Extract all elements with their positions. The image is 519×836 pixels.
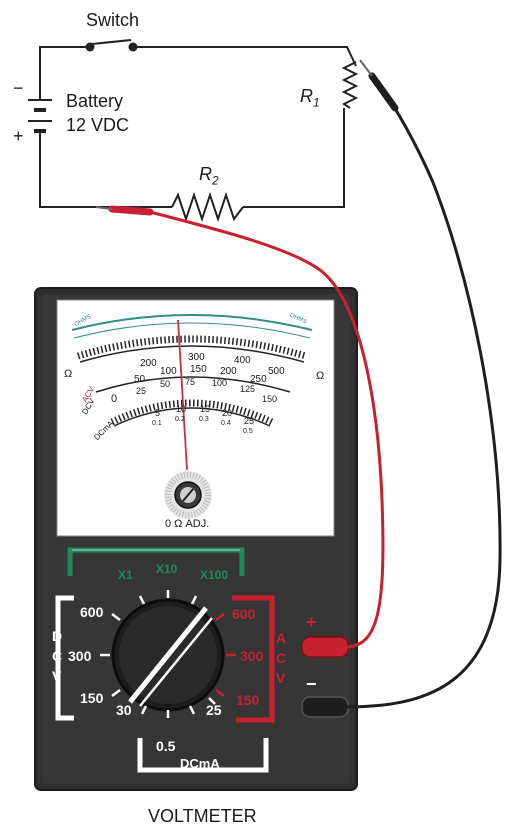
dcv-range-150: 150: [80, 690, 104, 706]
red-probe: [108, 205, 154, 216]
low-scale-number: 50: [160, 379, 171, 389]
acv-scale-number: 150: [190, 364, 207, 375]
dcma-sub-number: 0.1: [152, 420, 162, 427]
negative-jack[interactable]: [301, 696, 349, 718]
dcv-letter-c: C: [52, 648, 63, 664]
dcma-range-25: 25: [206, 702, 222, 718]
low-scale-number: 75: [185, 377, 196, 387]
dcv-letter-v: V: [52, 668, 62, 684]
dcma-range-30: 30: [116, 702, 132, 718]
acv-letter-a: A: [276, 630, 287, 646]
acv-range-600: 600: [232, 606, 256, 622]
black-test-lead: [344, 87, 502, 709]
dcma-sub-number: 0.4: [221, 420, 231, 427]
acv-range-150: 150: [236, 692, 260, 708]
positive-jack[interactable]: [301, 636, 349, 658]
dcma-scale-number: 20: [222, 408, 233, 418]
dcv-letter-d: D: [52, 628, 63, 644]
acv-scale-number: 200: [220, 366, 237, 377]
ohm-range-x1: X1: [118, 568, 133, 582]
dcma-sub-number: 0.2: [175, 416, 185, 423]
wire-top-right: [134, 46, 357, 67]
dcma-scale-number: 10: [176, 404, 187, 414]
battery-minus-sign: −: [13, 78, 24, 98]
wire-left-top: [39, 46, 88, 97]
r1-letter: R: [300, 86, 313, 106]
battery-plus-sign: +: [13, 126, 24, 146]
r1-label: R1: [300, 86, 320, 110]
r2-subscript: 2: [212, 173, 219, 188]
dcma-sub-number: 0.3: [199, 416, 209, 423]
selector-knob-icon[interactable]: [111, 598, 225, 712]
dcv-range-600: 600: [80, 604, 104, 620]
dcv-scale-number: 0: [111, 393, 118, 405]
low-scale-number: 25: [136, 386, 147, 396]
zero-adjust-knob-icon[interactable]: [164, 471, 212, 519]
ohm-range-x10: X10: [156, 562, 178, 576]
dcv-scale-number: 400: [234, 355, 251, 366]
acv-range-300: 300: [240, 648, 264, 664]
battery-symbol: [28, 97, 52, 135]
dcma-scale-number: 5: [155, 408, 161, 418]
dcma-scale-number: 25: [244, 416, 255, 426]
dcma-sub-number: 0.5: [243, 428, 253, 435]
ohms-tag-left: Ω: [64, 368, 73, 380]
r2-label: R2: [199, 164, 219, 188]
low-scale-number: 125: [240, 384, 256, 394]
switch-symbol: [85, 39, 138, 52]
low-scale-number: 100: [212, 378, 228, 388]
meter-caption: VOLTMETER: [148, 806, 257, 826]
dcma-scale-number: 15: [200, 404, 211, 414]
r1-subscript: 1: [313, 95, 320, 110]
jack-plus-sign: +: [306, 612, 317, 632]
switch-label: Switch: [86, 10, 140, 30]
resistor-r2: [171, 191, 244, 223]
acv-letter-v: V: [276, 670, 286, 686]
zero-adjust-label: 0 Ω ADJ.: [165, 518, 210, 530]
r2-letter: R: [199, 164, 212, 184]
wire-bottom-left: [39, 135, 172, 208]
low-scale-number: 150: [262, 394, 278, 404]
black-probe: [368, 72, 399, 112]
dcv-scale-number: 500: [268, 366, 285, 377]
ohms-tag-right: Ω: [316, 370, 325, 382]
resistor-r1: [341, 61, 359, 109]
acv-letter-c: C: [276, 650, 287, 666]
jack-minus-sign: −: [306, 674, 317, 694]
dcv-scale-number: 300: [188, 352, 205, 363]
ohm-range-x100: X100: [200, 568, 229, 582]
dcma-range-0-5: 0.5: [156, 738, 176, 754]
dcma-label: DCmA: [180, 756, 220, 771]
acv-scale-number: 50: [134, 374, 146, 385]
dcv-scale-number: 200: [140, 358, 157, 369]
wire-right-bottom: [243, 108, 345, 208]
battery-voltage: 12 VDC: [66, 115, 130, 135]
acv-scale-number: 100: [160, 366, 177, 377]
battery-label: Battery: [66, 91, 124, 111]
dcv-range-300: 300: [68, 648, 92, 664]
